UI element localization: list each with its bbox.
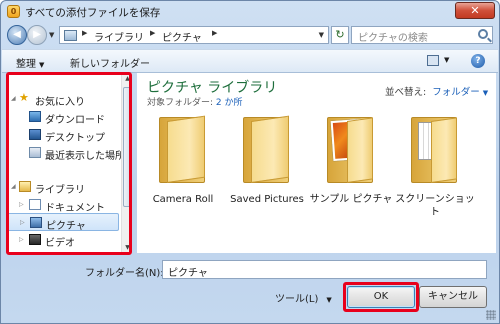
folder-item-saved-pictures[interactable]: Saved Pictures (225, 115, 309, 237)
cancel-button[interactable]: キャンセル (419, 286, 487, 308)
target-prefix: 対象フォルダー: (147, 98, 214, 108)
folder-item-screenshots[interactable]: スクリーンショット (393, 117, 477, 237)
scroll-down-arrow-icon[interactable]: ▼ (122, 242, 133, 253)
sidebar-item-label: お気に入り (35, 97, 85, 108)
scroll-up-arrow-icon[interactable]: ▲ (122, 73, 133, 84)
library-title: ピクチャ ライブラリ (147, 80, 278, 96)
sidebar-item-label: ダウンロード (45, 115, 105, 126)
sidebar-item-favorites[interactable]: ◢ ★ お気に入り (7, 90, 119, 108)
folder-icon (159, 115, 205, 183)
scrollbar-thumb[interactable] (123, 87, 132, 207)
search-icon[interactable] (478, 29, 488, 39)
folder-name: Saved Pictures (230, 194, 304, 205)
folder-name: サンプル ピクチャ (309, 194, 393, 205)
sidebar-item-downloads[interactable]: ダウンロード (7, 108, 119, 126)
tools-dropdown[interactable]: ツール(L) ▼ (275, 290, 332, 305)
folder-icon (243, 115, 289, 183)
help-icon[interactable]: ? (471, 54, 485, 68)
expand-arrow-icon[interactable]: ◢ (11, 183, 16, 190)
save-all-attachments-dialog: 0 すべての添付ファイルを保存 ✕ ◀ ▶ ▼ ▶ ライブラリ ▶ ピクチャ ▶… (0, 0, 500, 324)
photo-folder-icon (327, 117, 373, 183)
window-title: すべての添付ファイルを保存 (25, 7, 161, 19)
navigation-pane[interactable]: ◢ ★ お気に入り ダウンロード デスクトップ 最近表示した場所 ◢ ライブラリ… (7, 73, 132, 253)
chevron-down-icon[interactable]: ▼ (483, 89, 488, 97)
collapsed-arrow-icon[interactable]: ▷ (19, 201, 24, 208)
address-row: ◀ ▶ ▼ ▶ ライブラリ ▶ ピクチャ ▶ ▼ ↻ ピクチャの検索 (5, 25, 495, 45)
title-bar[interactable]: 0 すべての添付ファイルを保存 ✕ (1, 1, 499, 23)
sidebar-item-recent-places[interactable]: 最近表示した場所 (7, 144, 125, 162)
folder-name-field[interactable]: ピクチャ (162, 260, 487, 279)
chevron-down-icon[interactable]: ▼ (326, 296, 331, 304)
sidebar-item-desktop[interactable]: デスクトップ (7, 126, 119, 144)
view-dropdown-icon[interactable]: ▼ (444, 56, 449, 64)
collapsed-arrow-icon[interactable]: ▷ (19, 236, 24, 243)
expand-arrow-icon[interactable]: ◢ (11, 95, 16, 102)
target-locations-link[interactable]: 2 か所 (216, 98, 243, 108)
sidebar-item-pictures[interactable]: ▷ ピクチャ (7, 213, 119, 232)
sidebar-item-documents[interactable]: ▷ ドキュメント (7, 196, 119, 214)
ok-button[interactable]: OK (347, 286, 415, 308)
breadcrumb-chevron-icon[interactable]: ▶ (212, 29, 217, 37)
sidebar-item-libraries[interactable]: ◢ ライブラリ (7, 178, 119, 196)
library-icon (19, 181, 31, 192)
folder-name-label: フォルダー名(N): (85, 268, 164, 279)
breadcrumb-chevron-icon[interactable]: ▶ (82, 29, 87, 37)
breadcrumb-libraries[interactable]: ライブラリ (94, 29, 144, 44)
sidebar-item-label: ピクチャ (46, 221, 86, 232)
address-bar[interactable]: ▶ ライブラリ ▶ ピクチャ ▶ ▼ (59, 26, 329, 44)
breadcrumb-pictures[interactable]: ピクチャ (162, 29, 202, 44)
library-icon (64, 30, 77, 41)
recent-pages-dropdown-icon[interactable]: ▼ (49, 31, 54, 39)
sidebar-item-label: デスクトップ (45, 133, 105, 144)
breadcrumb-chevron-icon[interactable]: ▶ (150, 29, 155, 37)
recent-places-icon (29, 147, 41, 158)
folder-item-sample-pictures[interactable]: サンプル ピクチャ (309, 117, 393, 237)
sidebar-item-label: ドキュメント (45, 203, 105, 214)
arrange-by: 並べ替え: フォルダー ▼ (385, 84, 488, 98)
folder-item-camera-roll[interactable]: Camera Roll (141, 115, 225, 237)
arrange-label: 並べ替え: (385, 87, 427, 98)
change-view-icon[interactable] (427, 55, 439, 66)
close-button[interactable]: ✕ (455, 2, 495, 19)
download-folder-icon (29, 111, 41, 122)
refresh-icon[interactable]: ↻ (331, 26, 349, 44)
address-dropdown-icon[interactable]: ▼ (319, 31, 324, 39)
organize-button[interactable]: 整理 ▼ (16, 55, 44, 70)
collapsed-arrow-icon[interactable]: ▷ (20, 219, 25, 226)
sidebar-item-label: 最近表示した場所 (45, 151, 125, 162)
sidebar-item-label: ライブラリ (35, 185, 85, 196)
command-toolbar: 整理 ▼ 新しいフォルダー ▼ ? (2, 49, 498, 73)
file-list-pane[interactable]: ピクチャ ライブラリ 対象フォルダー: 2 か所 並べ替え: フォルダー ▼ Cam… (137, 73, 496, 253)
search-placeholder: ピクチャの検索 (358, 33, 428, 44)
resize-grip-icon[interactable] (486, 310, 496, 320)
desktop-icon (29, 129, 41, 140)
new-folder-button[interactable]: 新しいフォルダー (70, 55, 150, 70)
search-input[interactable]: ピクチャの検索 (351, 26, 493, 44)
sidebar-item-videos[interactable]: ▷ ビデオ (7, 231, 119, 249)
documents-folder-icon (411, 117, 457, 183)
videos-icon (29, 234, 41, 245)
library-target-folders: 対象フォルダー: 2 か所 (147, 95, 243, 108)
outlook-app-icon: 0 (7, 5, 20, 18)
folder-name: スクリーンショット (395, 194, 475, 218)
forward-button[interactable]: ▶ (27, 25, 47, 45)
sidebar-item-label: ビデオ (45, 238, 75, 249)
arrange-by-dropdown[interactable]: フォルダー (432, 87, 480, 98)
sidebar-scrollbar[interactable]: ▲ ▼ (121, 73, 132, 253)
folder-name: Camera Roll (152, 194, 214, 205)
pictures-icon (30, 217, 42, 228)
back-button[interactable]: ◀ (7, 25, 27, 45)
documents-icon (29, 199, 41, 210)
star-icon: ★ (19, 91, 29, 104)
